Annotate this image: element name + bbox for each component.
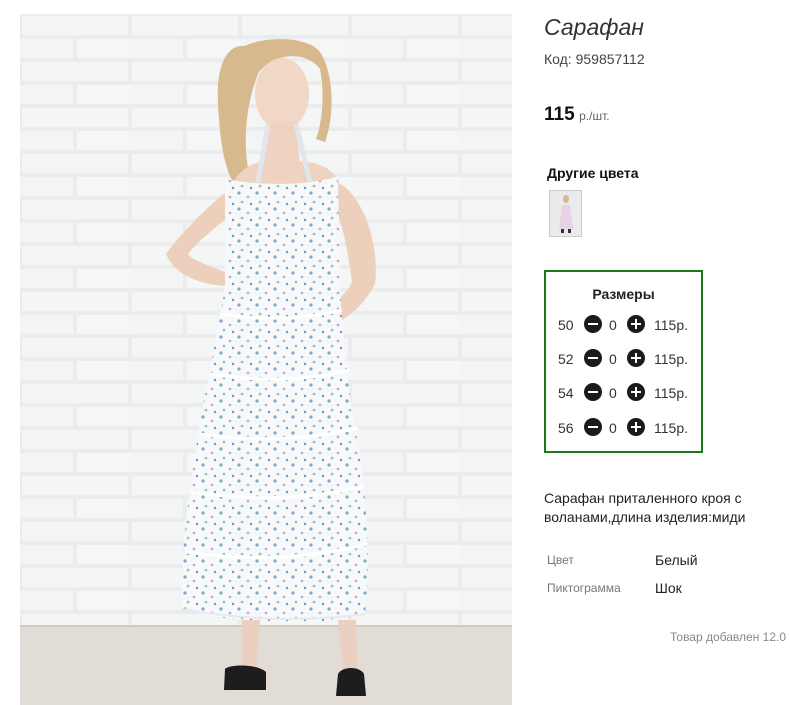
product-price: 115 р./шт.	[544, 104, 610, 126]
sizes-heading: Размеры	[592, 286, 655, 302]
plus-circle-icon[interactable]	[627, 418, 645, 436]
size-row: 54 0 115р.	[546, 383, 701, 403]
size-quantity: 0	[609, 317, 617, 333]
size-row: 56 0 115р.	[546, 418, 701, 438]
size-quantity: 0	[609, 420, 617, 436]
added-date-text: Товар добавлен 12.0	[670, 630, 787, 644]
size-row: 50 0 115р.	[546, 315, 701, 335]
product-description: Сарафан приталенного кроя с воланами,дли…	[544, 490, 746, 525]
size-quantity: 0	[609, 385, 617, 401]
plus-circle-icon[interactable]	[627, 315, 645, 333]
code-value: 959857112	[575, 51, 645, 67]
size-label: 54	[558, 385, 574, 401]
product-title: Сарафан	[544, 14, 644, 40]
minus-circle-icon[interactable]	[584, 383, 602, 401]
size-price: 115р.	[654, 317, 688, 333]
property-value: Шок	[655, 580, 682, 596]
size-label: 52	[558, 351, 574, 367]
size-price: 115р.	[654, 385, 688, 401]
price-amount: 115	[544, 104, 575, 125]
property-label: Цвет	[547, 553, 574, 567]
product-photo[interactable]	[20, 14, 512, 705]
size-label: 50	[558, 317, 574, 333]
price-unit: р./шт.	[579, 109, 610, 123]
other-colors-heading: Другие цвета	[547, 165, 639, 181]
size-price: 115р.	[654, 351, 688, 367]
size-row: 52 0 115р.	[546, 349, 701, 369]
minus-circle-icon[interactable]	[584, 349, 602, 367]
color-variant-thumbnail[interactable]	[549, 190, 582, 237]
property-value: Белый	[655, 552, 698, 568]
code-label: Код:	[544, 51, 572, 67]
size-label: 56	[558, 420, 574, 436]
minus-circle-icon[interactable]	[584, 418, 602, 436]
size-quantity: 0	[609, 351, 617, 367]
minus-circle-icon[interactable]	[584, 315, 602, 333]
size-price: 115р.	[654, 420, 688, 436]
property-label: Пиктограмма	[547, 581, 621, 595]
plus-circle-icon[interactable]	[627, 349, 645, 367]
sizes-panel: Размеры 50 0 115р. 52 0 115р. 54 0 115р.…	[544, 270, 703, 453]
plus-circle-icon[interactable]	[627, 383, 645, 401]
product-code: Код: 959857112	[544, 51, 645, 67]
